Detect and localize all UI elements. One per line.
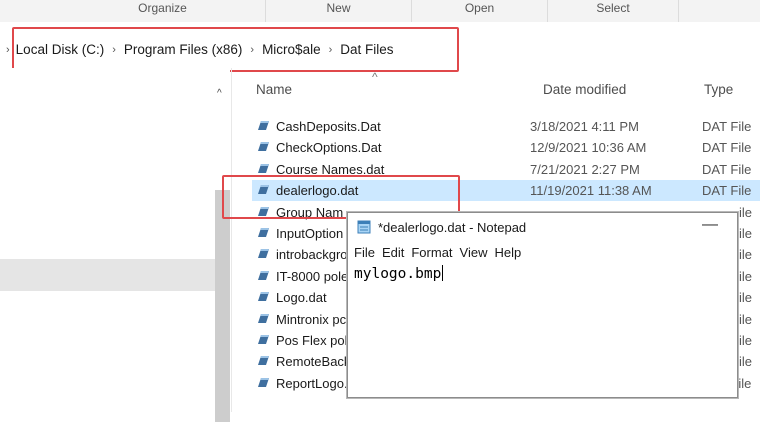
minimize-icon[interactable]: — xyxy=(702,216,718,234)
nav-selected-item[interactable] xyxy=(0,259,215,291)
dat-file-icon xyxy=(258,377,269,387)
dat-file-icon xyxy=(258,142,269,152)
file-type: ile xyxy=(739,354,753,370)
file-date-modified: 3/18/2021 4:11 PM xyxy=(530,119,639,134)
ribbon: Organize New Open Select xyxy=(0,0,760,22)
sort-ascending-icon: ^ xyxy=(372,70,378,84)
notepad-window[interactable]: *dealerlogo.dat - Notepad — File Edit Fo… xyxy=(347,212,738,398)
notepad-menu-bar: File Edit Format View Help xyxy=(354,245,521,260)
dat-file-icon xyxy=(258,163,269,173)
column-header-date-modified[interactable]: Date modified xyxy=(543,82,626,104)
text-cursor xyxy=(442,265,444,281)
file-type: ile xyxy=(739,290,753,306)
dat-file-icon xyxy=(258,121,269,130)
notepad-text-area[interactable]: mylogo.bmp xyxy=(354,265,444,282)
file-date-modified: 11/19/2021 11:38 AM xyxy=(530,183,652,199)
menu-file[interactable]: File xyxy=(354,245,375,260)
menu-edit[interactable]: Edit xyxy=(382,245,404,260)
ribbon-group-open[interactable]: Open xyxy=(412,0,548,22)
dat-file-icon xyxy=(258,292,269,302)
file-name: IT-8000 pole xyxy=(276,268,349,284)
file-type: ile xyxy=(739,226,753,241)
notepad-title: *dealerlogo.dat - Notepad xyxy=(378,220,527,235)
dat-file-icon xyxy=(258,335,269,344)
file-date-modified: 7/21/2021 2:27 PM xyxy=(530,161,640,177)
file-name: CheckOptions.Dat xyxy=(276,140,382,156)
menu-help[interactable]: Help xyxy=(494,245,521,260)
notepad-icon xyxy=(357,220,371,234)
file-type: DAT File xyxy=(702,119,752,134)
dat-file-icon xyxy=(258,313,269,323)
scroll-up-arrow-icon[interactable]: ^ xyxy=(217,88,222,99)
file-type: ile xyxy=(739,311,753,327)
file-type: ile xyxy=(739,333,753,348)
ribbon-group-select[interactable]: Select xyxy=(548,0,679,22)
highlight-box-address xyxy=(12,27,459,72)
pane-divider[interactable] xyxy=(231,68,232,412)
menu-view[interactable]: View xyxy=(460,245,488,260)
file-name: InputOption xyxy=(276,226,344,241)
navigation-pane[interactable]: ^ xyxy=(0,68,230,422)
dat-file-icon xyxy=(258,249,269,259)
menu-format[interactable]: Format xyxy=(411,245,452,260)
file-name: RemoteBack xyxy=(276,354,351,370)
file-type: DAT File xyxy=(702,140,752,156)
notepad-content: mylogo.bmp xyxy=(354,266,442,282)
ribbon-group-organize[interactable]: Organize xyxy=(60,0,266,22)
scrollbar-thumb[interactable] xyxy=(215,190,230,422)
file-type: DAT File xyxy=(702,161,752,177)
file-date-modified: 12/9/2021 10:36 AM xyxy=(530,140,647,156)
dat-file-icon xyxy=(258,228,269,237)
column-header-name[interactable]: Name xyxy=(256,82,292,104)
file-name: CashDeposits.Dat xyxy=(276,119,381,134)
file-name: Mintronix pc xyxy=(276,311,347,327)
column-header-type[interactable]: Type xyxy=(704,82,733,104)
file-type: ile xyxy=(739,247,753,263)
notepad-title-bar[interactable]: *dealerlogo.dat - Notepad — xyxy=(348,213,737,241)
chevron-right-icon[interactable]: › xyxy=(6,44,10,56)
file-name: introbackgro xyxy=(276,247,348,263)
file-type: ile xyxy=(739,204,753,220)
file-type: DAT File xyxy=(702,183,752,199)
dat-file-icon xyxy=(258,356,269,366)
file-name: Pos Flex pol xyxy=(276,333,348,348)
file-name: Logo.dat xyxy=(276,290,327,306)
file-type: ile xyxy=(739,268,753,284)
file-row[interactable]: CheckOptions.Dat 12/9/2021 10:36 AM DAT Fi… xyxy=(252,137,760,158)
dat-file-icon xyxy=(258,270,269,280)
ribbon-group-new[interactable]: New xyxy=(266,0,412,22)
nav-scrollbar[interactable]: ^ xyxy=(215,78,230,422)
file-row[interactable]: CashDeposits.Dat 3/18/2021 4:11 PM DAT Fil… xyxy=(252,116,760,137)
